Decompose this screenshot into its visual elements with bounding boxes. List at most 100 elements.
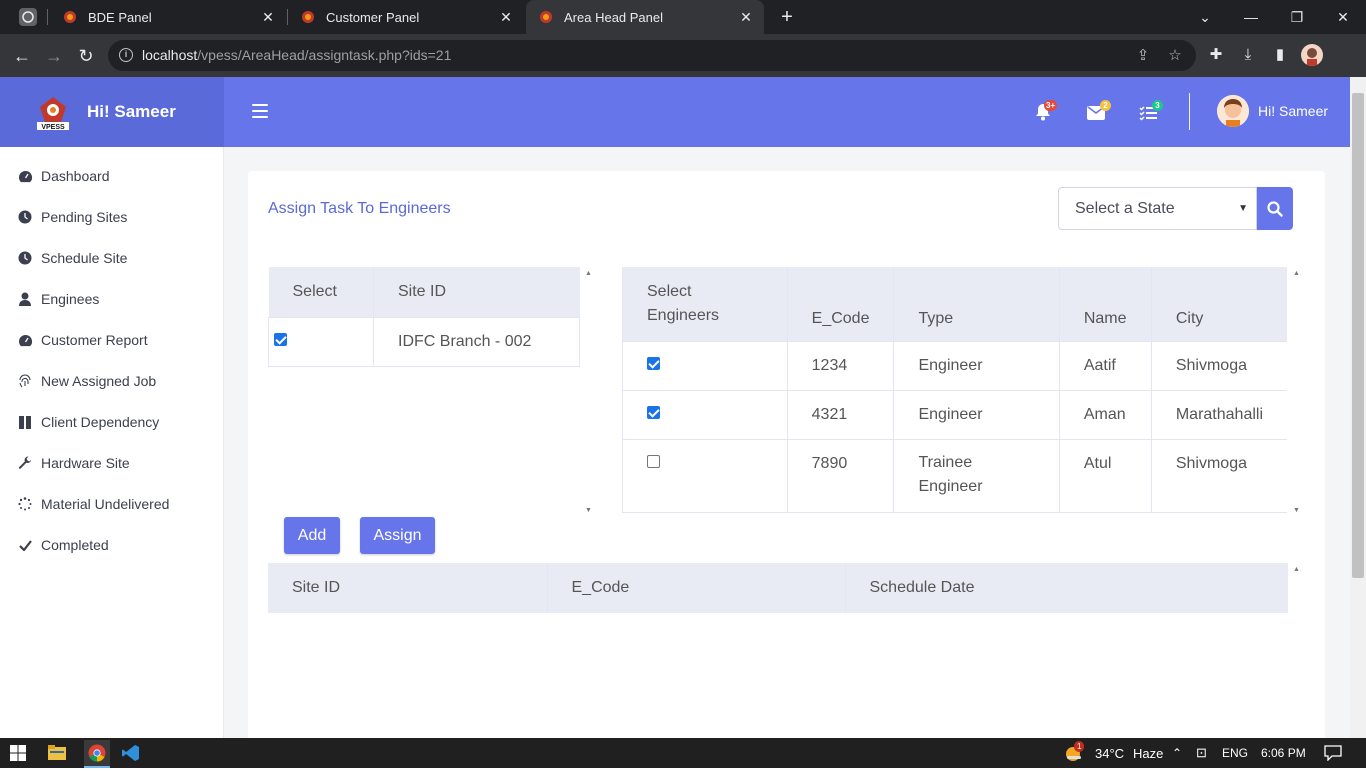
- download-icon[interactable]: ⤓: [1238, 45, 1258, 65]
- dashboard-icon: [17, 332, 33, 348]
- site-checkbox[interactable]: [274, 332, 287, 346]
- sidebar-item-completed[interactable]: Completed: [17, 535, 109, 555]
- type-cell: Engineer: [893, 340, 1060, 390]
- user-dropdown[interactable]: Hi! Sameer: [1217, 94, 1328, 128]
- type-cell: Trainee Engineer: [893, 438, 1060, 512]
- table-row: IDFC Branch - 002: [268, 316, 580, 366]
- sidebar-item-schedule-site[interactable]: Schedule Site: [17, 248, 127, 268]
- tasks-list-icon[interactable]: 3: [1139, 100, 1163, 121]
- column-header-type: Type: [893, 267, 1060, 341]
- site-info-icon[interactable]: i: [119, 48, 133, 62]
- select-cell: [622, 389, 788, 439]
- url-text: localhost/vpess/AreaHead/assigntask.php?…: [142, 47, 452, 63]
- close-tab-icon[interactable]: ✕: [738, 9, 754, 25]
- column-header-select: Select: [268, 267, 374, 317]
- messages-badge: 2: [1100, 100, 1111, 111]
- vpess-favicon-icon: [62, 9, 78, 25]
- tab-area-head-panel[interactable]: Area Head Panel ✕: [526, 0, 764, 34]
- profile-avatar[interactable]: [1301, 44, 1323, 66]
- state-select[interactable]: Select a State ▼: [1058, 187, 1257, 230]
- alerts-bell-icon[interactable]: 3+: [1035, 100, 1058, 121]
- assign-button[interactable]: Assign: [360, 517, 435, 554]
- minimize-icon[interactable]: —: [1228, 0, 1274, 34]
- vscode-icon[interactable]: [122, 743, 140, 763]
- messages-envelope-icon[interactable]: 2: [1087, 100, 1111, 121]
- browser-tab-strip: BDE Panel ✕ Customer Panel ✕ Area Head P…: [0, 0, 1366, 34]
- app-root: VPESS Hi! Sameer 3+ 2 3 Hi! Sameer Dashb…: [0, 77, 1350, 771]
- user-avatar: [1217, 95, 1249, 127]
- engineer-checkbox[interactable]: [647, 454, 660, 468]
- bookmark-star-icon[interactable]: ☆: [1166, 47, 1184, 65]
- table-row: 1234 Engineer Aatif Shivmoga: [622, 340, 1287, 390]
- close-tab-icon[interactable]: ✕: [498, 9, 514, 25]
- chevron-up-icon[interactable]: ⌃: [1172, 743, 1182, 763]
- tasks-badge: 3: [1152, 100, 1163, 111]
- engineer-checkbox[interactable]: [647, 405, 660, 419]
- engineers-table-scrollbar[interactable]: ▲ ▼: [1288, 267, 1305, 517]
- close-tab-icon[interactable]: ✕: [260, 9, 276, 25]
- sites-table-scrollbar[interactable]: ▲ ▼: [580, 267, 597, 517]
- notifications-icon[interactable]: [1324, 743, 1342, 763]
- name-cell: Aman: [1058, 389, 1152, 439]
- tab-bde-panel[interactable]: BDE Panel ✕: [50, 0, 286, 34]
- column-header-site-id: Site ID: [268, 563, 547, 613]
- page-title: Assign Task To Engineers: [268, 200, 451, 217]
- language-indicator[interactable]: ENG: [1222, 743, 1248, 763]
- brand-header[interactable]: VPESS Hi! Sameer: [0, 77, 224, 147]
- file-explorer-icon[interactable]: [48, 743, 66, 763]
- add-button[interactable]: Add: [284, 517, 340, 554]
- assigned-table-scrollbar[interactable]: ▲: [1288, 563, 1305, 743]
- back-icon[interactable]: ←: [10, 44, 34, 68]
- reload-icon[interactable]: ↻: [74, 44, 98, 68]
- sidebar-item-enginees[interactable]: Enginees: [17, 289, 99, 309]
- menu-toggle-icon[interactable]: [252, 104, 268, 118]
- extensions-icon[interactable]: ✚: [1206, 45, 1226, 65]
- sidebar-item-label: Pending Sites: [41, 209, 128, 225]
- sidebar-item-dashboard[interactable]: Dashboard: [17, 166, 110, 186]
- sidebar-item-label: Customer Report: [41, 332, 148, 348]
- sidebar-item-label: Dashboard: [41, 168, 110, 184]
- sidebar-item-material-undelivered[interactable]: Material Undelivered: [17, 494, 169, 514]
- side-panel-icon[interactable]: ▮: [1270, 45, 1290, 65]
- chevron-down-icon: ▼: [1238, 203, 1248, 214]
- column-header-name: Name: [1058, 267, 1152, 341]
- tab-customer-panel[interactable]: Customer Panel ✕: [288, 0, 524, 34]
- state-select-value: Select a State: [1075, 200, 1175, 217]
- chrome-taskbar-icon[interactable]: [84, 740, 110, 766]
- weather-desc: Haze: [1133, 745, 1164, 761]
- fingerprint-icon: [17, 373, 33, 389]
- browser-toolbar: ← → ↻ i localhost/vpess/AreaHead/assignt…: [0, 34, 1366, 77]
- windows-start-icon[interactable]: [10, 743, 26, 763]
- vpess-logo: VPESS: [35, 95, 71, 131]
- network-icon[interactable]: ⊡: [1196, 743, 1207, 763]
- table-row: 7890 Trainee Engineer Atul Shivmoga: [622, 438, 1287, 512]
- page-scrollbar[interactable]: [1350, 77, 1366, 738]
- tab-search-icon[interactable]: [19, 8, 37, 26]
- e-code-cell: 7890: [786, 438, 894, 512]
- forward-icon[interactable]: →: [42, 44, 66, 68]
- sidebar-item-hardware-site[interactable]: Hardware Site: [17, 453, 130, 473]
- engineers-table: Select Engineers E_Code Type Name City 1…: [622, 267, 1287, 513]
- new-tab-icon[interactable]: +: [776, 6, 798, 28]
- user-name: Hi! Sameer: [1258, 103, 1329, 119]
- dashboard-icon: [17, 168, 33, 184]
- weather-sun-icon: 1: [1064, 741, 1085, 762]
- restore-icon[interactable]: ❐: [1274, 0, 1320, 34]
- tab-list-chevron-icon[interactable]: ⌄: [1182, 0, 1228, 34]
- search-button[interactable]: [1257, 187, 1293, 230]
- sidebar-item-client-dependency[interactable]: Client Dependency: [17, 412, 159, 432]
- clock-icon: [17, 250, 33, 266]
- table-row: 4321 Engineer Aman Marathahalli: [622, 389, 1287, 439]
- sidebar-item-new-assigned-job[interactable]: New Assigned Job: [17, 371, 156, 391]
- wrench-icon: [17, 455, 33, 471]
- weather-widget[interactable]: 1 34°C Haze: [1064, 741, 1164, 763]
- sidebar-item-pending-sites[interactable]: Pending Sites: [17, 207, 127, 227]
- share-icon[interactable]: ⇪: [1134, 47, 1152, 65]
- address-bar[interactable]: i localhost/vpess/AreaHead/assigntask.ph…: [108, 40, 1196, 71]
- sidebar-item-customer-report[interactable]: Customer Report: [17, 330, 148, 350]
- engineer-checkbox[interactable]: [647, 356, 660, 370]
- close-window-icon[interactable]: ✕: [1320, 0, 1366, 34]
- clock[interactable]: 6:06 PM: [1261, 743, 1306, 763]
- column-header-e-code: E_Code: [546, 563, 845, 613]
- column-header-e-code: E_Code: [786, 267, 894, 341]
